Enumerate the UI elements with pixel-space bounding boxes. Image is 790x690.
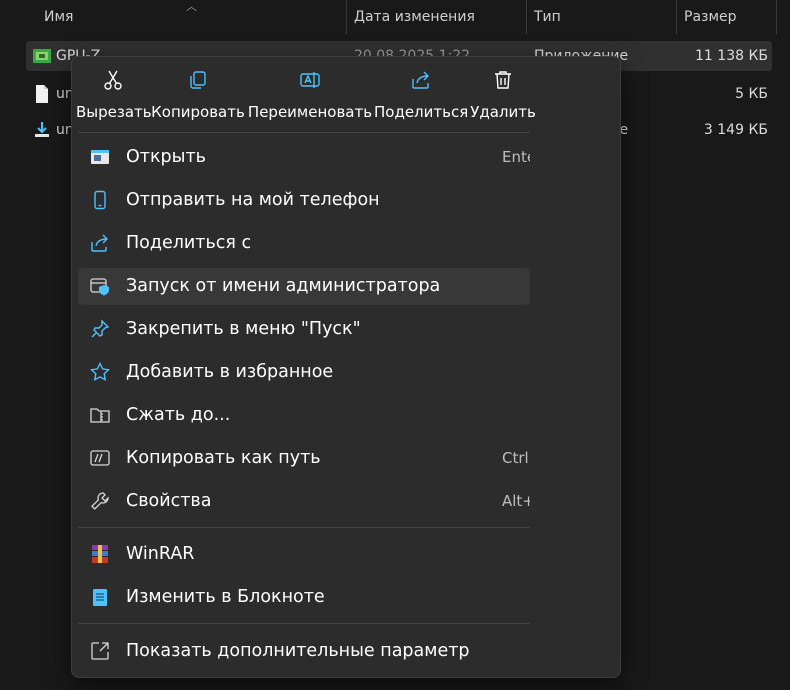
menu-item-label: Свойства — [126, 491, 212, 511]
open-window-icon — [91, 150, 109, 164]
file-size: 11 138 КБ — [695, 48, 768, 64]
column-date-header[interactable]: Дата изменения — [354, 0, 475, 34]
menu-items: Открыть Ente Отправить на мой телефон По… — [72, 57, 530, 677]
menu-item-edit-notepad[interactable]: Изменить в Блокноте — [78, 579, 530, 616]
column-type-header[interactable]: Тип — [534, 0, 561, 34]
menu-item-share-with[interactable]: Поделиться с — [78, 225, 530, 262]
zip-folder-icon — [90, 408, 110, 423]
pin-icon — [91, 319, 110, 338]
menu-item-pin-to-start[interactable]: Закрепить в меню "Пуск" — [78, 311, 530, 348]
menu-item-add-favorites[interactable]: Добавить в избранное — [78, 354, 530, 391]
column-divider[interactable] — [776, 0, 777, 34]
file-size: 5 КБ — [735, 86, 768, 102]
menu-item-shortcut: Ente — [502, 148, 530, 166]
menu-item-properties[interactable]: Свойства Alt+ — [78, 483, 530, 520]
menu-item-winrar[interactable]: WinRAR — [78, 536, 530, 573]
menu-item-open[interactable]: Открыть Ente — [78, 139, 530, 176]
notepad-icon — [93, 589, 107, 606]
menu-item-copy-as-path[interactable]: Копировать как путь Ctrl — [78, 440, 530, 477]
menu-item-label: Поделиться с — [126, 233, 252, 253]
gpu-app-icon — [33, 49, 51, 63]
column-divider[interactable] — [676, 0, 677, 34]
column-name-header[interactable]: Имя — [44, 0, 73, 34]
menu-item-label: Запуск от имени администратора — [126, 276, 441, 296]
menu-item-shortcut: Ctrl — [502, 449, 529, 467]
file-list-header: Имя ︿ Дата изменения Тип Размер — [0, 0, 790, 34]
admin-shield-icon — [90, 278, 109, 296]
context-menu: Вырезать Копировать Переименовать Подели… — [71, 56, 621, 678]
column-size-header[interactable]: Размер — [684, 0, 737, 34]
installer-icon — [35, 122, 49, 137]
wrench-icon — [91, 492, 109, 510]
menu-item-run-as-admin[interactable]: Запуск от имени администратора — [78, 268, 530, 305]
menu-item-shortcut: Alt+ — [502, 492, 530, 510]
menu-item-more-options[interactable]: Показать дополнительные параметр — [78, 633, 530, 670]
menu-divider — [78, 527, 530, 528]
copy-path-icon — [90, 450, 110, 466]
menu-item-label: Показать дополнительные параметр — [126, 641, 470, 661]
menu-item-label: Добавить в избранное — [126, 362, 334, 382]
file-size: 3 149 КБ — [703, 122, 768, 138]
menu-item-compress[interactable]: Сжать до... — [78, 397, 530, 434]
menu-item-label: Сжать до... — [126, 405, 231, 425]
more-options-icon — [91, 642, 109, 660]
menu-item-label: Отправить на мой телефон — [126, 190, 380, 210]
menu-item-label: Копировать как путь — [126, 448, 321, 468]
menu-item-label: WinRAR — [126, 544, 195, 564]
menu-divider — [78, 623, 530, 624]
column-divider[interactable] — [526, 0, 527, 34]
sort-ascending-icon: ︿ — [186, 0, 197, 13]
blank-file-icon — [36, 85, 48, 103]
menu-item-label: Изменить в Блокноте — [126, 587, 325, 607]
winrar-icon — [92, 545, 108, 563]
star-icon — [90, 362, 110, 381]
column-divider[interactable] — [346, 0, 347, 34]
menu-item-label: Открыть — [126, 147, 206, 167]
menu-item-label: Закрепить в меню "Пуск" — [126, 319, 361, 339]
menu-item-send-to-phone[interactable]: Отправить на мой телефон — [78, 182, 530, 219]
share-with-icon — [91, 234, 108, 252]
phone-icon — [94, 190, 106, 210]
